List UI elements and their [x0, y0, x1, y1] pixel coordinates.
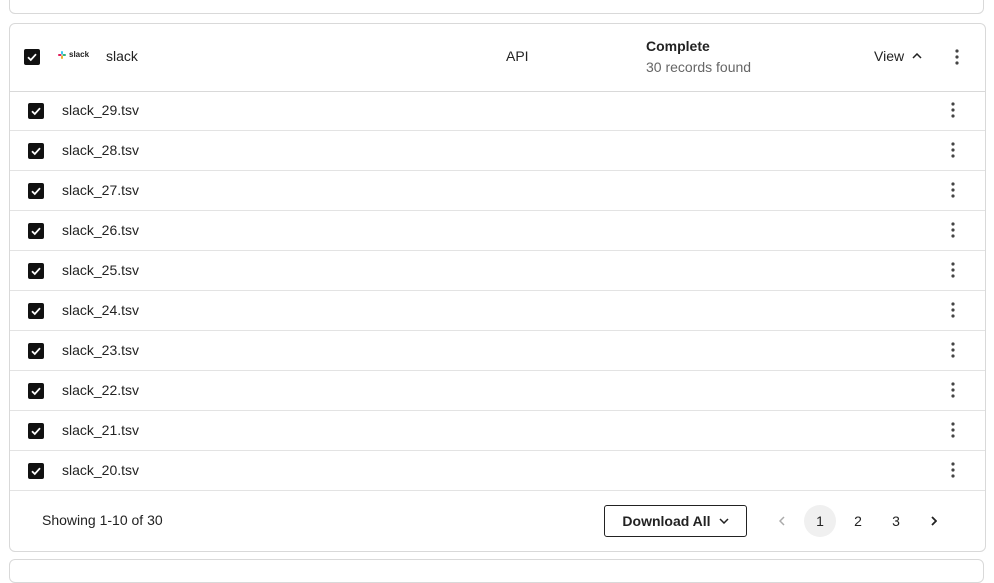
file-row: slack_28.tsv	[10, 131, 985, 171]
slack-logo: slack	[58, 50, 89, 59]
status-detail: 30 records found	[646, 59, 752, 75]
more-vertical-icon	[951, 382, 955, 398]
file-row: slack_24.tsv	[10, 291, 985, 331]
file-name: slack_25.tsv	[62, 262, 140, 278]
file-checkbox[interactable]	[28, 303, 44, 319]
more-vertical-icon	[951, 182, 955, 198]
file-row: slack_20.tsv	[10, 451, 985, 491]
checkbox-checked-icon	[31, 187, 41, 196]
previous-source-card	[9, 0, 984, 14]
file-checkbox[interactable]	[28, 263, 44, 279]
file-more-button[interactable]	[943, 260, 963, 280]
source-checkbox[interactable]	[24, 49, 40, 65]
file-more-button[interactable]	[943, 220, 963, 240]
file-row: slack_27.tsv	[10, 171, 985, 211]
more-vertical-icon	[951, 102, 955, 118]
file-name: slack_27.tsv	[62, 182, 140, 198]
chevron-down-icon	[719, 518, 729, 524]
file-checkbox[interactable]	[28, 183, 44, 199]
file-row: slack_25.tsv	[10, 251, 985, 291]
checkbox-checked-icon	[31, 347, 41, 356]
source-more-button[interactable]	[947, 47, 967, 67]
more-vertical-icon	[951, 142, 955, 158]
status-title: Complete	[646, 38, 710, 54]
file-row: slack_22.tsv	[10, 371, 985, 411]
file-checkbox[interactable]	[28, 383, 44, 399]
file-name: slack_20.tsv	[62, 462, 140, 478]
file-checkbox[interactable]	[28, 423, 44, 439]
file-more-button[interactable]	[943, 140, 963, 160]
file-name: slack_24.tsv	[62, 302, 140, 318]
download-all-label: Download All	[622, 513, 711, 529]
file-list: slack_29.tsv slack_28.tsv slack_27.tsvslac…	[10, 91, 985, 491]
chevron-left-icon	[779, 516, 785, 526]
more-vertical-icon	[951, 222, 955, 238]
more-vertical-icon	[951, 262, 955, 278]
source-type: API	[506, 48, 529, 64]
checkbox-checked-icon	[31, 227, 41, 236]
pagination-footer: Showing 1-10 of 30 Download All 1 2 3	[10, 491, 985, 551]
more-vertical-icon	[951, 302, 955, 318]
file-more-button[interactable]	[943, 380, 963, 400]
file-more-button[interactable]	[943, 300, 963, 320]
slack-logo-text: slack	[69, 50, 90, 59]
file-more-button[interactable]	[943, 460, 963, 480]
more-vertical-icon	[951, 422, 955, 438]
file-name: slack_28.tsv	[62, 142, 140, 158]
checkbox-checked-icon	[31, 467, 41, 476]
showing-count: Showing 1-10 of 30	[42, 512, 163, 528]
file-checkbox[interactable]	[28, 143, 44, 159]
chevron-up-icon	[912, 53, 922, 59]
file-checkbox[interactable]	[28, 463, 44, 479]
file-name: slack_22.tsv	[62, 382, 140, 398]
more-vertical-icon	[951, 342, 955, 358]
checkbox-checked-icon	[31, 427, 41, 436]
source-header-row: slack slack API Complete 30 records foun…	[10, 24, 985, 92]
file-checkbox[interactable]	[28, 103, 44, 119]
file-name: slack_21.tsv	[62, 422, 140, 438]
download-all-button[interactable]: Download All	[604, 505, 747, 537]
source-name: slack	[106, 48, 138, 64]
slack-logo-icon	[58, 50, 66, 59]
file-row: slack_21.tsv	[10, 411, 985, 451]
view-toggle-button[interactable]: View	[874, 48, 922, 64]
chevron-right-icon	[931, 516, 937, 526]
checkbox-checked-icon	[31, 267, 41, 276]
source-card: slack slack API Complete 30 records foun…	[9, 23, 986, 552]
next-page-button[interactable]	[918, 505, 950, 537]
file-name: slack_29.tsv	[62, 102, 140, 118]
file-checkbox[interactable]	[28, 223, 44, 239]
file-row: slack_26.tsv	[10, 211, 985, 251]
checkbox-checked-icon	[31, 147, 41, 156]
page-3-button[interactable]: 3	[880, 505, 912, 537]
file-row: slack_23.tsv	[10, 331, 985, 371]
file-row: slack_29.tsv	[10, 91, 985, 131]
checkbox-checked-icon	[31, 307, 41, 316]
prev-page-button[interactable]	[766, 505, 798, 537]
file-name: slack_23.tsv	[62, 342, 140, 358]
file-name: slack_26.tsv	[62, 222, 140, 238]
file-more-button[interactable]	[943, 340, 963, 360]
view-label: View	[874, 48, 905, 64]
page-2-button[interactable]: 2	[842, 505, 874, 537]
file-checkbox[interactable]	[28, 343, 44, 359]
page-1-button[interactable]: 1	[804, 505, 836, 537]
file-more-button[interactable]	[943, 420, 963, 440]
file-more-button[interactable]	[943, 180, 963, 200]
file-more-button[interactable]	[943, 100, 963, 120]
more-vertical-icon	[951, 462, 955, 478]
checkbox-checked-icon	[27, 53, 37, 62]
checkbox-checked-icon	[31, 387, 41, 396]
next-source-card	[9, 559, 984, 583]
checkbox-checked-icon	[31, 107, 41, 116]
more-vertical-icon	[955, 49, 959, 65]
